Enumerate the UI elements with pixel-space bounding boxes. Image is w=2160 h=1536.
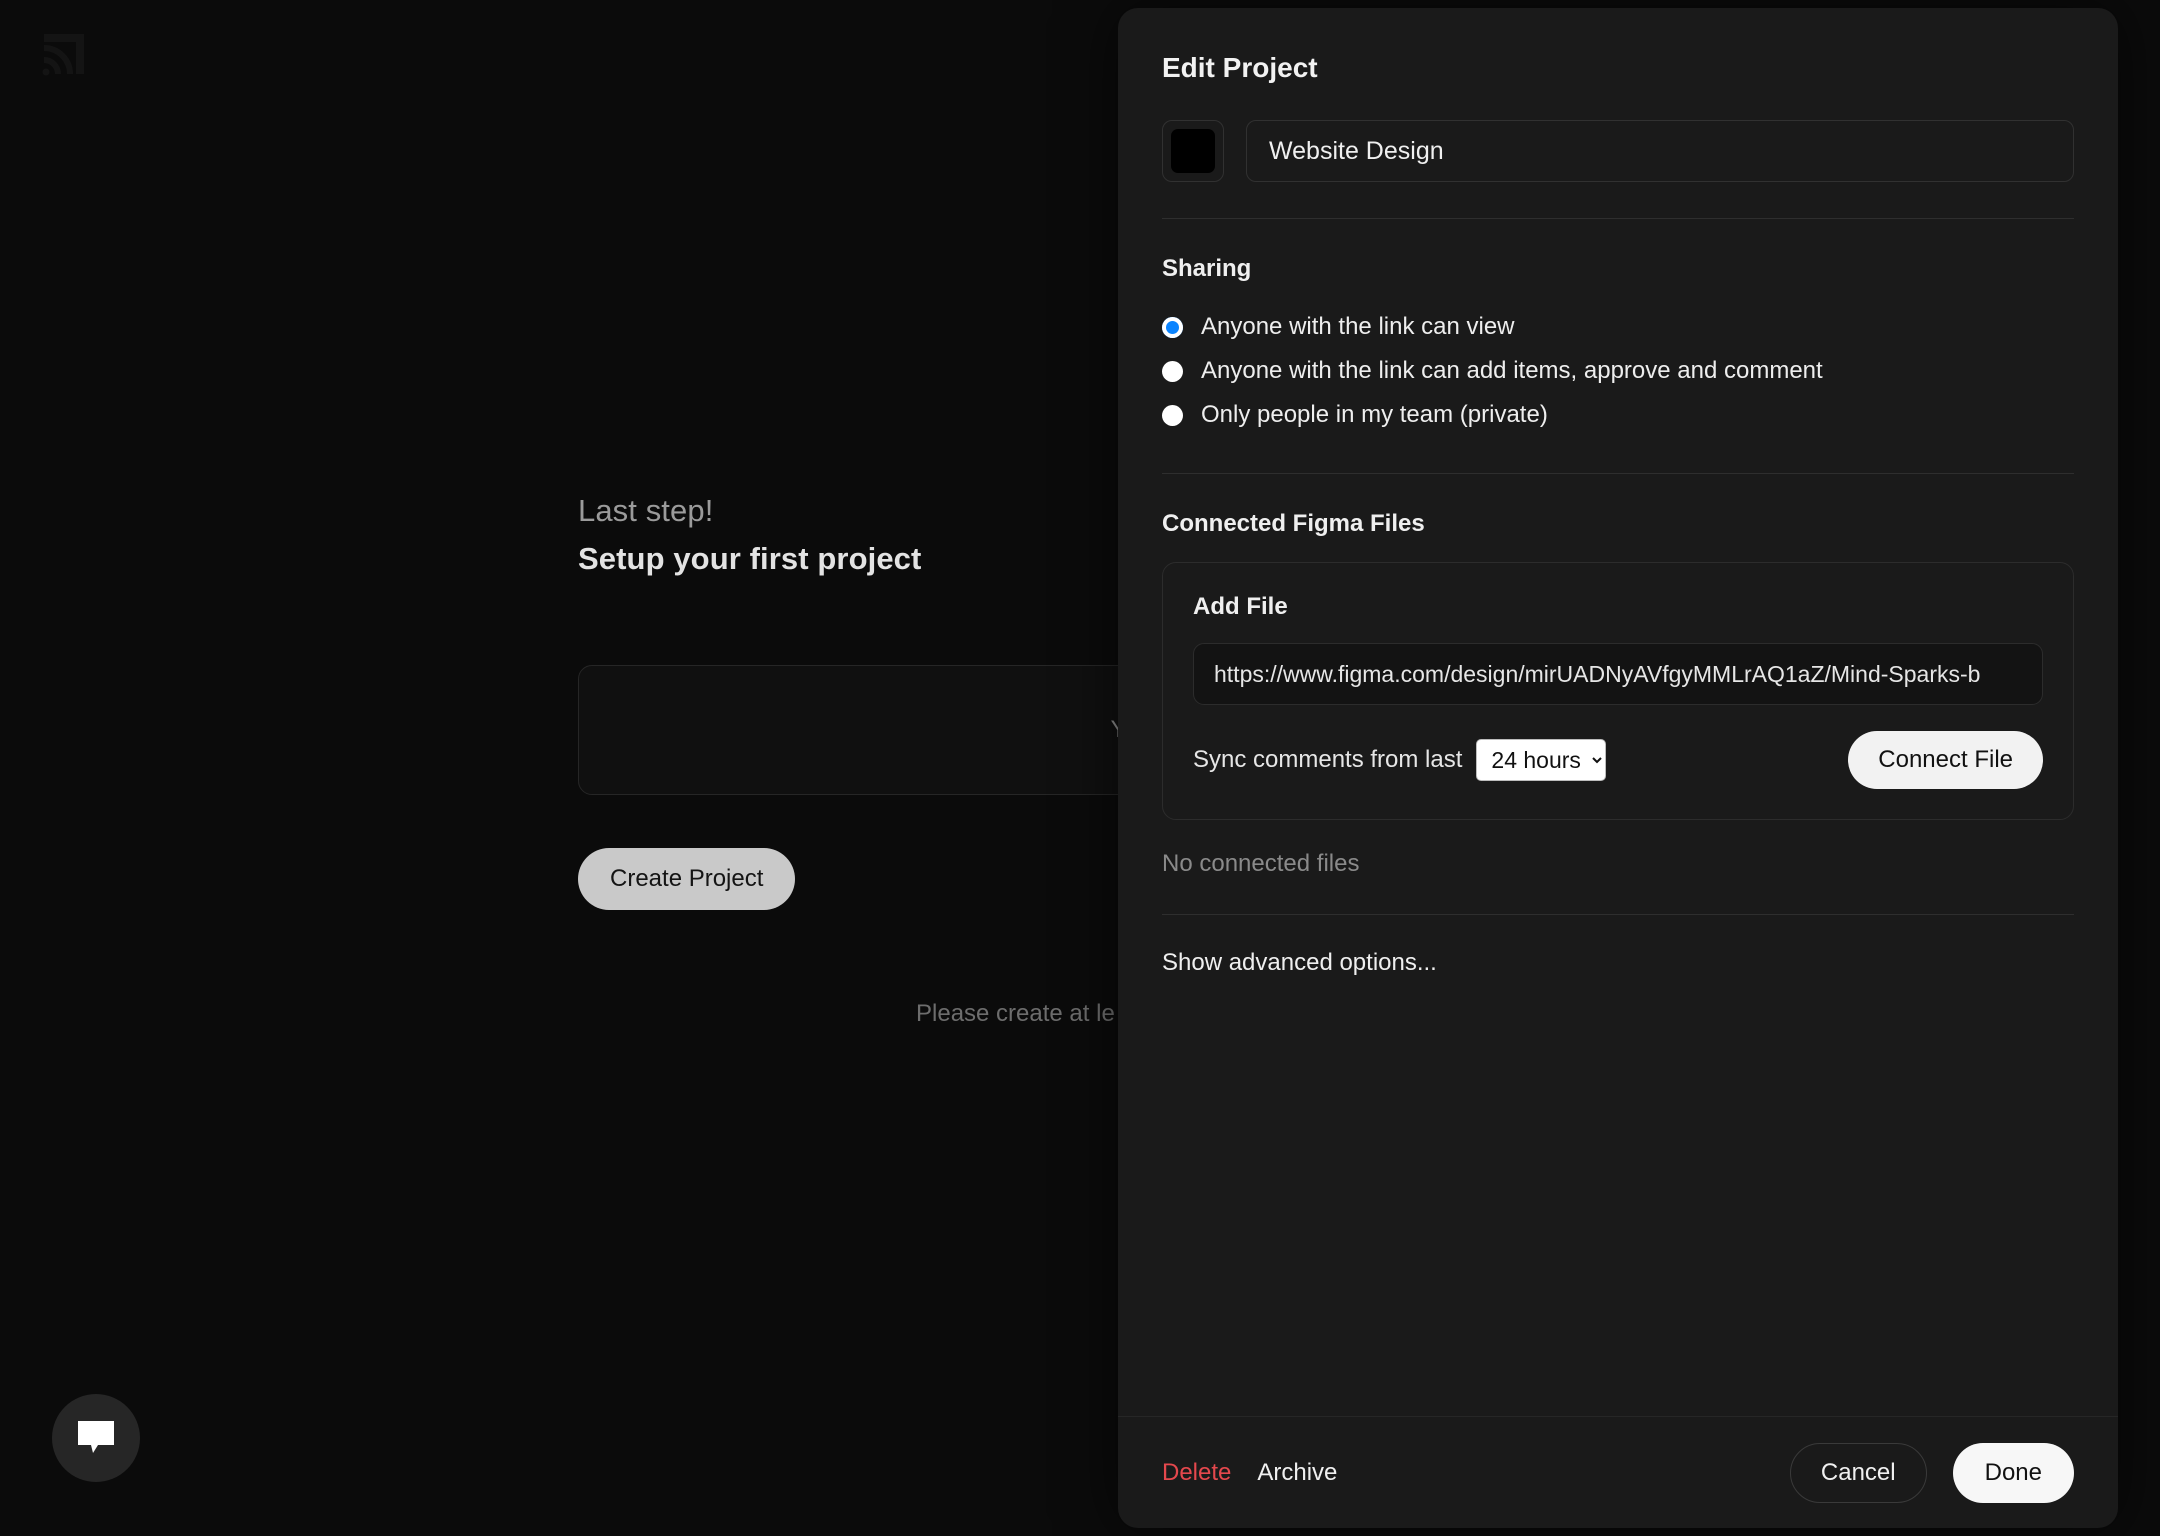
chat-support-button[interactable] <box>52 1394 140 1482</box>
edit-project-panel: Edit Project Sharing Anyone with the lin… <box>1118 8 2118 1528</box>
archive-project-link[interactable]: Archive <box>1257 1459 1337 1487</box>
project-name-input[interactable] <box>1246 120 2074 182</box>
validation-note: Please create at le <box>916 1000 1115 1027</box>
add-file-label: Add File <box>1193 593 1288 620</box>
create-project-button[interactable]: Create Project <box>578 848 796 910</box>
connect-file-button[interactable]: Connect File <box>1848 731 2043 789</box>
sharing-option-label: Only people in my team (private) <box>1201 401 1548 428</box>
figma-section-title: Connected Figma Files <box>1162 510 1425 537</box>
chat-bubble-icon <box>76 1419 116 1458</box>
panel-body: Edit Project Sharing Anyone with the lin… <box>1118 8 2118 1416</box>
sharing-option-link-view[interactable]: Anyone with the link can view <box>1162 305 2074 349</box>
sharing-option-label: Anyone with the link can add items, appr… <box>1201 357 1823 384</box>
sharing-option-label: Anyone with the link can view <box>1201 313 1515 340</box>
project-name-row <box>1162 120 2074 182</box>
no-connected-files-text: No connected files <box>1162 850 1360 877</box>
project-color-picker[interactable] <box>1162 120 1224 182</box>
divider-after-sharing <box>1162 473 2074 474</box>
sync-comments-label: Sync comments from last <box>1193 746 1463 773</box>
figma-url-input[interactable] <box>1193 643 2043 705</box>
add-figma-file-box: Add File Sync comments from last 24 hour… <box>1162 562 2074 820</box>
color-swatch <box>1171 129 1215 173</box>
cancel-button[interactable]: Cancel <box>1789 1442 1927 1503</box>
sharing-option-link-edit[interactable]: Anyone with the link can add items, appr… <box>1162 349 2074 393</box>
sharing-radio-group: Anyone with the link can view Anyone wit… <box>1162 305 2074 437</box>
radio-selected-icon[interactable] <box>1162 316 1183 338</box>
app-root: Last step! Setup your first project You … <box>0 0 2160 1536</box>
divider-after-figma <box>1162 914 2074 915</box>
sharing-section-title: Sharing <box>1162 255 1252 282</box>
panel-title: Edit Project <box>1162 52 1318 83</box>
radio-unselected-icon[interactable] <box>1162 404 1183 426</box>
delete-project-link[interactable]: Delete <box>1162 1459 1231 1487</box>
show-advanced-options-link[interactable]: Show advanced options... <box>1162 949 1437 977</box>
sync-comments-row: Sync comments from last 24 hours 7 days … <box>1193 731 2043 789</box>
divider-after-name <box>1162 218 2074 219</box>
radio-unselected-icon[interactable] <box>1162 360 1183 382</box>
sharing-option-team-private[interactable]: Only people in my team (private) <box>1162 393 2074 437</box>
done-button[interactable]: Done <box>1952 1442 2074 1503</box>
sync-period-select[interactable]: 24 hours 7 days 30 days All time <box>1476 739 1607 781</box>
panel-footer: Delete Archive Cancel Done <box>1118 1416 2118 1528</box>
broadcast-logo-icon <box>36 28 90 82</box>
